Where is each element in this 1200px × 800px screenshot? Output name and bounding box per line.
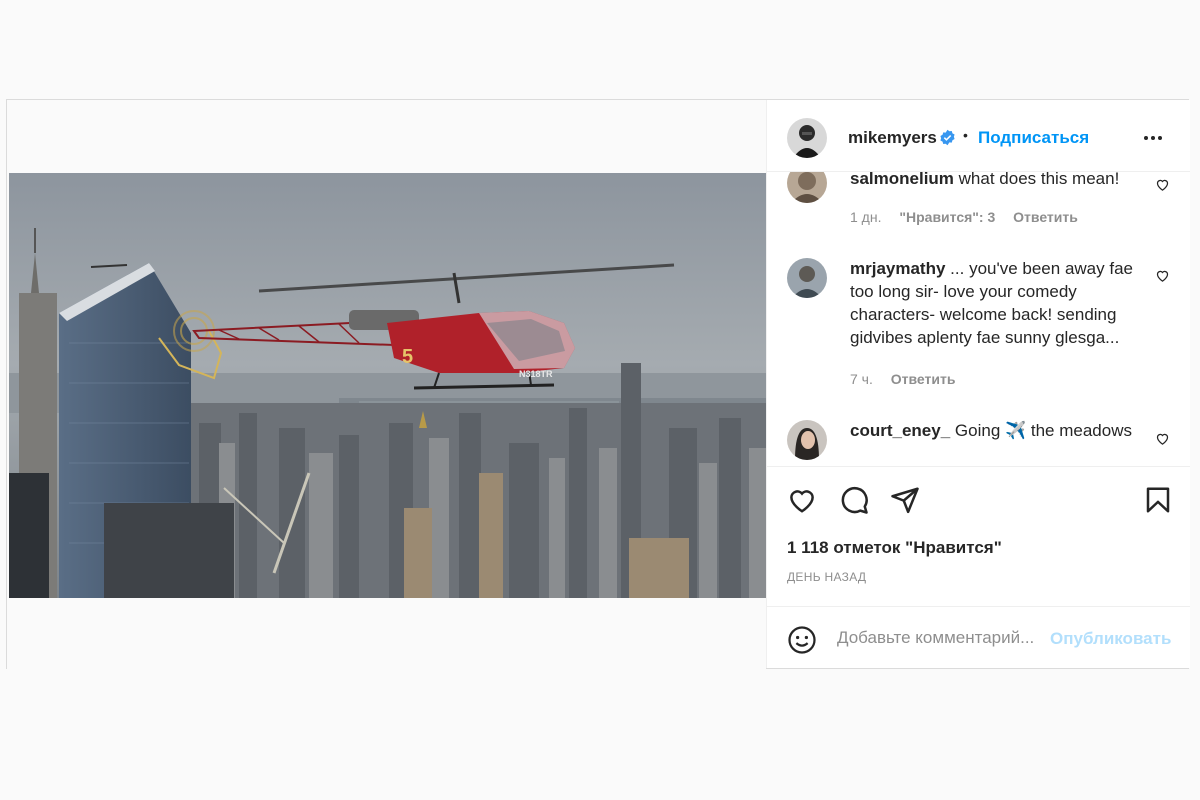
comment-icon[interactable] — [839, 485, 869, 515]
comments-list[interactable]: salmonelium what does this mean! 1 дн. "… — [767, 172, 1190, 466]
publish-button[interactable]: Опубликовать — [1050, 629, 1171, 649]
post-date[interactable]: ДЕНЬ НАЗАД — [787, 570, 866, 584]
comment-meta: 1 дн. "Нравится": 3 Ответить — [850, 209, 1092, 225]
follow-button[interactable]: Подписаться — [978, 128, 1089, 148]
share-icon[interactable] — [890, 485, 920, 515]
comment-input[interactable] — [837, 621, 1047, 655]
post-actions: 1 118 отметок "Нравится" ДЕНЬ НАЗАД — [767, 466, 1190, 607]
comment-likes[interactable]: "Нравится": 3 — [899, 209, 995, 225]
author-username[interactable]: mikemyers — [848, 128, 937, 148]
header-separator: • — [963, 127, 968, 143]
commenter-avatar[interactable] — [787, 420, 827, 460]
comment-text-block: mrjaymathy ... you've been away fae too … — [850, 257, 1145, 349]
comment-username[interactable]: mrjaymathy — [850, 259, 945, 278]
heart-icon[interactable] — [787, 485, 817, 515]
comment-text-block: salmonelium what does this mean! — [850, 172, 1145, 190]
comment-username[interactable]: salmonelium — [850, 172, 954, 188]
likes-count[interactable]: 1 118 отметок "Нравится" — [787, 538, 1002, 558]
add-comment-bar: Опубликовать — [767, 606, 1190, 669]
comment-text: what does this mean! — [958, 172, 1120, 188]
verified-badge-icon — [939, 129, 956, 146]
helicopter-number: 5 — [402, 346, 413, 368]
comment-text-block: court_eney_ Going ✈️ the meadows — [850, 419, 1145, 442]
comment-time: 7 ч. — [850, 371, 873, 387]
post-header: mikemyers • Подписаться — [767, 100, 1190, 172]
post-photo: 5 N318TR — [9, 173, 766, 598]
reply-button[interactable]: Ответить — [1013, 209, 1078, 225]
emoji-icon[interactable] — [787, 625, 817, 655]
bookmark-icon[interactable] — [1143, 485, 1173, 515]
post-sidebar: mikemyers • Подписаться salmonelium what… — [766, 100, 1190, 668]
helicopter-city-photo: 5 N318TR — [9, 173, 766, 598]
commenter-avatar[interactable] — [787, 172, 827, 203]
comment-text: Going ✈️ the meadows — [954, 421, 1132, 440]
comment-like-heart-icon[interactable] — [1155, 431, 1170, 446]
more-options-icon[interactable] — [1141, 126, 1165, 150]
post-modal: 5 N318TR mikemyers • Подписаться salmone… — [6, 99, 1190, 670]
comment-time: 1 дн. — [850, 209, 882, 225]
helicopter-registration: N318TR — [519, 369, 553, 379]
comment-meta: 7 ч. Ответить — [850, 371, 969, 387]
post-media: 5 N318TR — [7, 100, 766, 670]
commenter-avatar[interactable] — [787, 258, 827, 298]
comment-like-heart-icon[interactable] — [1155, 177, 1170, 192]
author-avatar[interactable] — [787, 118, 827, 158]
reply-button[interactable]: Ответить — [891, 371, 956, 387]
comment-like-heart-icon[interactable] — [1155, 268, 1170, 283]
comment-username[interactable]: court_eney_ — [850, 421, 950, 440]
